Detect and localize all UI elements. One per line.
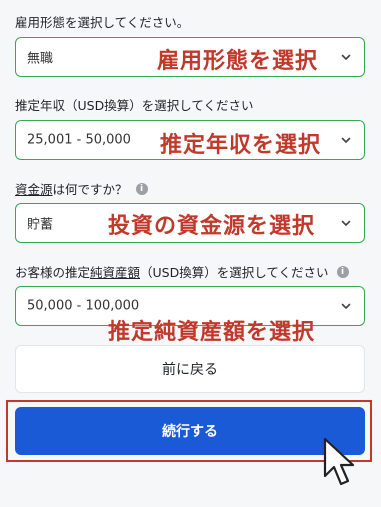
info-icon[interactable]: i — [336, 265, 349, 278]
networth-select-value: 50,000 - 100,000 — [27, 298, 140, 314]
income-select-value: 25,001 - 50,000 — [27, 132, 131, 148]
chevron-down-icon — [341, 54, 351, 60]
networth-label: お客様の推定 純資産額 （USD換算）を選択してください i — [15, 262, 349, 281]
employment-select-value: 無職 — [27, 51, 54, 67]
source-label-underlined: 資金源 — [15, 182, 53, 197]
networth-label-underlined: 純資産額 — [90, 265, 141, 280]
chevron-down-icon — [341, 303, 351, 309]
mouse-pointer-icon — [323, 437, 355, 486]
networth-annotation: 推定純資産額を選択 — [108, 320, 316, 345]
income-label: 推定年収（USD換算）を選択してください — [15, 98, 254, 113]
employment-annotation: 雇用形態を選択 — [157, 49, 319, 74]
chevron-down-icon — [341, 220, 351, 226]
source-annotation: 投資の資金源を選択 — [108, 214, 316, 239]
employment-label: 雇用形態を選択してください。 — [15, 15, 190, 30]
info-icon[interactable]: i — [135, 182, 148, 195]
source-label: 資金源 は何ですか？ i — [15, 179, 148, 198]
chevron-down-icon — [341, 137, 351, 143]
continue-button[interactable]: 続行する — [15, 407, 365, 455]
source-select-value: 貯蓄 — [27, 217, 54, 233]
income-annotation: 推定年収を選択 — [160, 133, 322, 158]
back-button[interactable]: 前に戻る — [15, 345, 365, 393]
